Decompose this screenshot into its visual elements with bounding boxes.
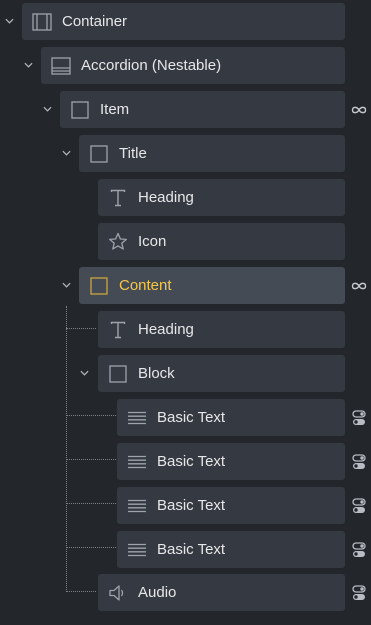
tree-node-label: Basic Text <box>157 453 226 470</box>
tree-node-block[interactable]: Block <box>98 355 345 392</box>
square-icon <box>98 364 138 383</box>
tree-node-label: Basic Text <box>157 497 226 514</box>
tree-node-label: Heading <box>138 189 194 206</box>
tree-node-basic-text[interactable]: Basic Text <box>117 487 345 524</box>
chevron-down-icon[interactable] <box>62 280 71 289</box>
tree-row-accordion: Accordion (Nestable) <box>0 44 371 88</box>
infinity-icon[interactable] <box>351 102 367 118</box>
toggle-icon[interactable] <box>351 454 367 470</box>
text-t-icon <box>98 321 138 339</box>
tree-node-accordion[interactable]: Accordion (Nestable) <box>41 47 345 84</box>
tree-node-heading[interactable]: Heading <box>98 179 345 216</box>
chevron-down-icon[interactable] <box>62 148 71 157</box>
tree-node-heading[interactable]: Heading <box>98 311 345 348</box>
square-icon <box>60 100 100 119</box>
tree-node-content[interactable]: Content <box>79 267 345 304</box>
lines-icon <box>117 411 157 425</box>
tree-row-basic-text: Basic Text <box>0 396 371 440</box>
tree-row-title: Title <box>0 132 371 176</box>
text-t-icon <box>98 189 138 207</box>
tree-row-basic-text: Basic Text <box>0 440 371 484</box>
tree-node-icon[interactable]: Icon <box>98 223 345 260</box>
toggle-icon[interactable] <box>351 542 367 558</box>
infinity-icon[interactable] <box>351 278 367 294</box>
chevron-down-icon[interactable] <box>80 368 89 377</box>
tree-row-heading: Heading <box>0 176 371 220</box>
square-icon <box>79 276 119 295</box>
tree-node-basic-text[interactable]: Basic Text <box>117 531 345 568</box>
tree-node-label: Audio <box>138 584 177 601</box>
tree-node-basic-text[interactable]: Basic Text <box>117 443 345 480</box>
tree-node-label: Item <box>100 101 130 118</box>
tree-node-label: Content <box>119 277 172 294</box>
tree-node-label: Heading <box>138 321 194 338</box>
accordion-icon <box>41 56 81 75</box>
tree-row-icon: Icon <box>0 220 371 264</box>
chevron-down-icon[interactable] <box>5 16 14 25</box>
star-icon <box>98 232 138 251</box>
tree-row-basic-text: Basic Text <box>0 528 371 572</box>
chevron-down-icon[interactable] <box>24 60 33 69</box>
speaker-icon <box>98 584 138 602</box>
tree-node-label: Basic Text <box>157 409 226 426</box>
tree-node-title[interactable]: Title <box>79 135 345 172</box>
tree-node-basic-text[interactable]: Basic Text <box>117 399 345 436</box>
tree-node-audio[interactable]: Audio <box>98 574 345 611</box>
square-icon <box>79 144 119 163</box>
tree-row-basic-text: Basic Text <box>0 484 371 528</box>
toggle-icon[interactable] <box>351 585 367 601</box>
tree-node-label: Basic Text <box>157 541 226 558</box>
tree-row-container: Container <box>0 0 371 44</box>
chevron-down-icon[interactable] <box>43 104 52 113</box>
toggle-icon[interactable] <box>351 498 367 514</box>
tree-node-label: Icon <box>138 233 167 250</box>
tree-row-audio: Audio <box>0 571 371 615</box>
tree-node-container[interactable]: Container <box>22 3 345 40</box>
toggle-icon[interactable] <box>351 410 367 426</box>
tree-node-label: Container <box>62 13 128 30</box>
tree-node-label: Accordion (Nestable) <box>81 57 222 74</box>
lines-icon <box>117 455 157 469</box>
tree-node-label: Block <box>138 365 175 382</box>
tree-row-block: Block <box>0 352 371 396</box>
tree-node-item[interactable]: Item <box>60 91 345 128</box>
tree-row-content: Content <box>0 264 371 308</box>
tree-node-label: Title <box>119 145 147 162</box>
tree-row-heading: Heading <box>0 308 371 352</box>
lines-icon <box>117 499 157 513</box>
lines-icon <box>117 543 157 557</box>
tree-row-item: Item <box>0 88 371 132</box>
container-icon <box>22 12 62 31</box>
